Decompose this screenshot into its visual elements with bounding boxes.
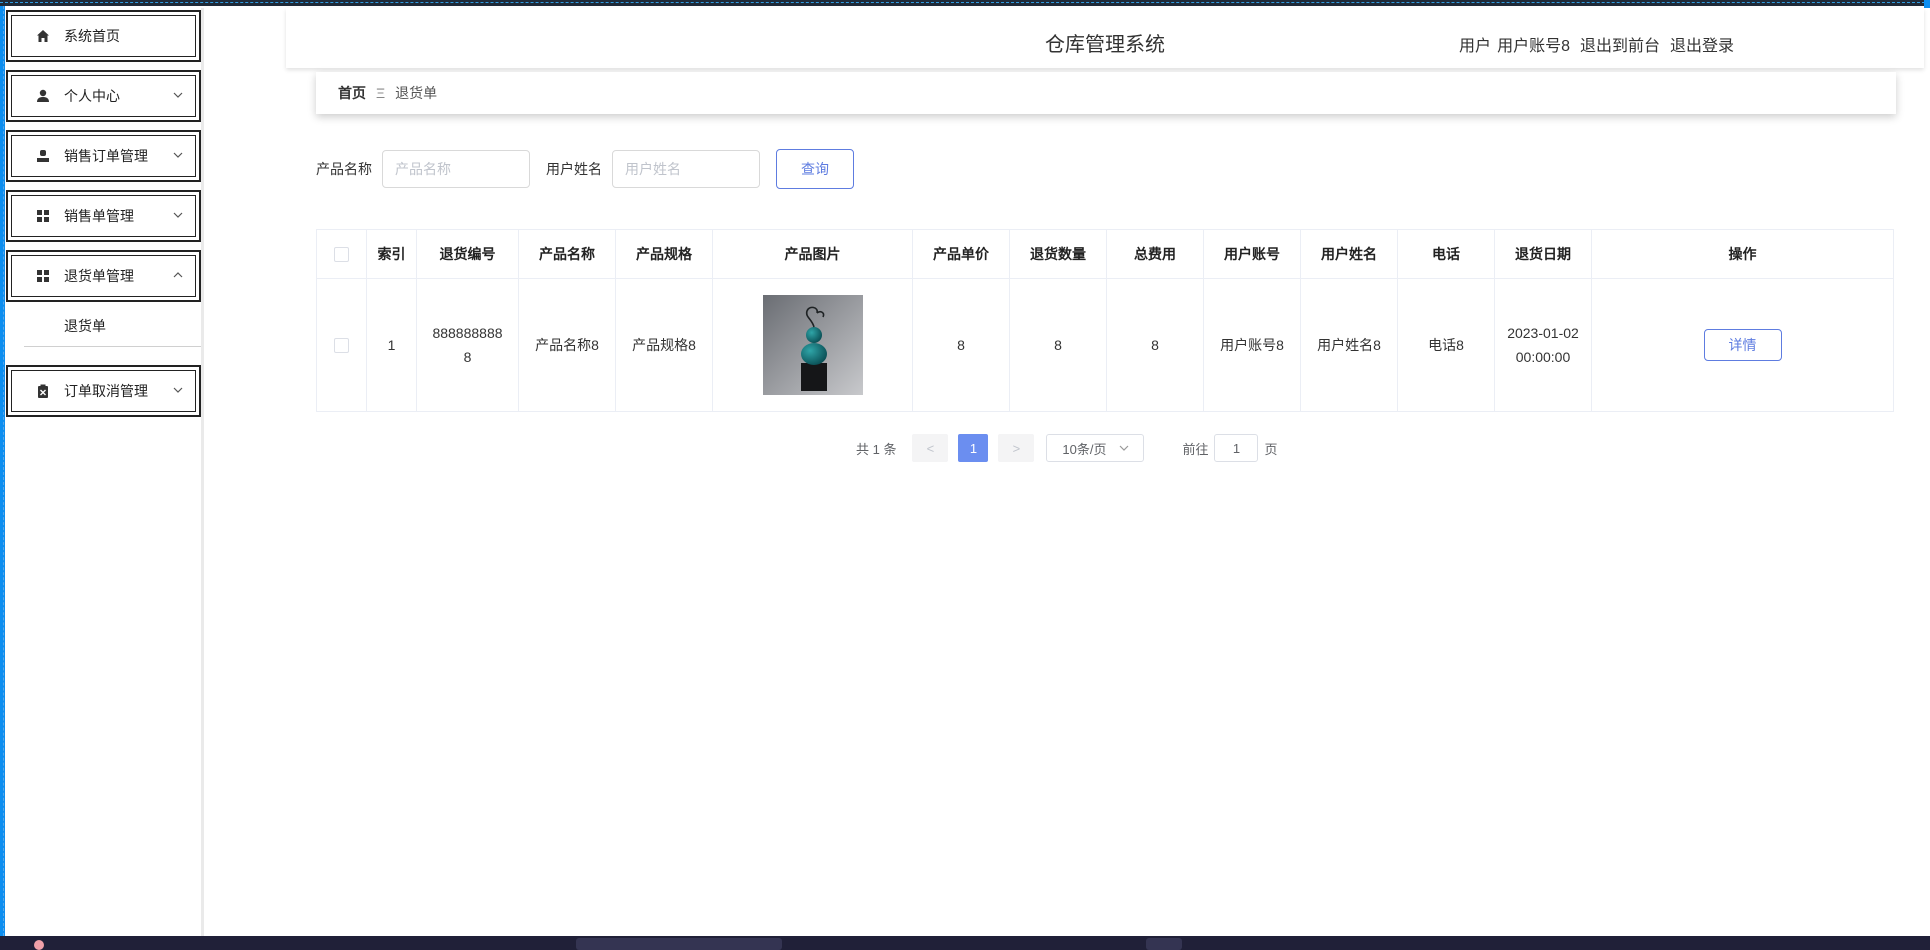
sidebar-item-personal-center[interactable]: 个人中心 (6, 70, 201, 122)
left-dashed-guide (3, 6, 4, 936)
column-header: 用户账号 (1203, 229, 1301, 279)
grid-icon (36, 209, 50, 223)
sidebar-item-label: 订单取消管理 (64, 383, 148, 399)
goto-page-input[interactable] (1214, 434, 1259, 462)
cell-account: 用户账号8 (1203, 278, 1301, 412)
cell-total: 8 (1106, 278, 1204, 412)
cell-quantity: 8 (1009, 278, 1107, 412)
back-to-front-link[interactable]: 退出到前台 (1580, 38, 1660, 55)
cell-product-name: 产品名称8 (518, 278, 616, 412)
clipboard-x-icon (36, 384, 50, 398)
row-select-cell[interactable] (316, 278, 367, 412)
sidebar-item-label: 系统首页 (64, 28, 120, 44)
column-header: 退货数量 (1009, 229, 1107, 279)
date-text: 2023-01-02 00:00:00 (1507, 325, 1579, 365)
page-size-select[interactable]: 10条/页 (1046, 434, 1145, 462)
cell-product-image (712, 278, 913, 412)
column-header: 电话 (1397, 229, 1495, 279)
user-name-label: 用户姓名 (546, 161, 602, 177)
return-bill-table: 索引 退货编号 产品名称 产品规格 产品图片 产品单价 退货数量 总费用 用户账… (316, 229, 1894, 412)
cell-date: 2023-01-02 00:00:00 (1494, 278, 1592, 412)
column-header: 产品名称 (518, 229, 616, 279)
chevron-up-icon (171, 268, 185, 282)
breadcrumb-separator: Ξ (376, 85, 386, 101)
taskbar-item[interactable] (1146, 938, 1182, 950)
taskbar-app-icon[interactable] (34, 940, 44, 950)
cell-return-no: 8888888888 (416, 278, 519, 412)
product-name-input[interactable] (382, 150, 530, 188)
product-name-label: 产品名称 (316, 161, 372, 177)
chevron-down-icon (1119, 443, 1129, 453)
cell-user-name: 用户姓名8 (1300, 278, 1398, 412)
page-number-current[interactable]: 1 (958, 434, 989, 462)
logout-link[interactable]: 退出登录 (1670, 38, 1734, 55)
row-checkbox[interactable] (334, 338, 349, 354)
table-header-row: 索引 退货编号 产品名称 产品规格 产品图片 产品单价 退货数量 总费用 用户账… (316, 229, 1894, 279)
select-all-checkbox[interactable] (334, 247, 349, 263)
column-header: 索引 (366, 229, 417, 279)
select-all-header[interactable] (316, 229, 367, 279)
sidebar-item-label: 退货单管理 (64, 268, 134, 284)
sidebar-subitem-label: 退货单 (64, 318, 106, 334)
query-button[interactable]: 查询 (776, 149, 854, 189)
chevron-down-icon (171, 148, 185, 162)
column-header: 产品规格 (615, 229, 713, 279)
user-name-label: 用户账号8 (1497, 38, 1570, 55)
column-header: 操作 (1591, 229, 1894, 279)
user-name-input[interactable] (612, 150, 760, 188)
sidebar: 系统首页 个人中心 销售订单管理 销售单管理 退货单管理 退货单 订单取消管理 (6, 8, 204, 936)
cell-index: 1 (366, 278, 417, 412)
person-icon (36, 149, 50, 163)
column-header: 产品图片 (712, 229, 913, 279)
cell-actions: 详情 (1591, 278, 1894, 412)
chevron-down-icon (171, 88, 185, 102)
table-row: 1 8888888888 产品名称8 产品规格8 8 8 8 用户账号8 用户姓… (316, 278, 1894, 412)
breadcrumb-home[interactable]: 首页 (338, 83, 366, 103)
sidebar-item-label: 销售单管理 (64, 208, 134, 224)
top-dashed-line (0, 2, 1930, 3)
goto-label: 前往 (1182, 441, 1209, 457)
column-header: 用户姓名 (1300, 229, 1398, 279)
bottom-taskbar (0, 936, 1930, 950)
sidebar-item-home[interactable]: 系统首页 (6, 10, 201, 62)
column-header: 退货日期 (1494, 229, 1592, 279)
pagination-total: 共 1 条 (856, 441, 897, 457)
chevron-down-icon (171, 383, 185, 397)
user-icon (36, 89, 50, 103)
breadcrumb: 首页 Ξ 退货单 (316, 72, 1896, 114)
sidebar-subitem-return-bill[interactable]: 退货单 (24, 306, 201, 347)
header-user-area: 用户 用户账号8 退出到前台 退出登录 (1449, 32, 1734, 56)
breadcrumb-current: 退货单 (395, 85, 438, 101)
column-header: 总费用 (1106, 229, 1204, 279)
grid-icon (36, 269, 50, 283)
page-size-value: 10条/页 (1062, 441, 1107, 457)
column-header: 产品单价 (912, 229, 1010, 279)
sidebar-item-label: 销售订单管理 (64, 148, 148, 164)
taskbar-item[interactable] (576, 938, 782, 950)
chevron-down-icon (171, 208, 185, 222)
sidebar-item-label: 个人中心 (64, 88, 120, 104)
prev-page-button[interactable]: < (912, 434, 949, 462)
return-no-text: 8888888888 (432, 325, 503, 365)
search-form: 产品名称 用户姓名 查询 (316, 148, 854, 190)
sidebar-item-sales-order[interactable]: 销售订单管理 (6, 130, 201, 182)
top-right-corner-marker (1924, 0, 1930, 8)
sidebar-item-sales-bill[interactable]: 销售单管理 (6, 190, 201, 242)
sidebar-item-order-cancel[interactable]: 订单取消管理 (6, 365, 201, 417)
home-icon (36, 29, 50, 43)
top-window-strip (0, 0, 1930, 6)
top-header: 仓库管理系统 用户 用户账号8 退出到前台 退出登录 (286, 8, 1924, 68)
product-image (762, 295, 863, 395)
column-header: 退货编号 (416, 229, 519, 279)
cell-product-spec: 产品规格8 (615, 278, 713, 412)
page-unit-label: 页 (1264, 441, 1278, 457)
next-page-button[interactable]: > (998, 434, 1035, 462)
cell-phone: 电话8 (1397, 278, 1495, 412)
pagination: 共 1 条 < 1 > 10条/页 前往 页 (856, 434, 1278, 462)
sidebar-item-return-management[interactable]: 退货单管理 (6, 250, 201, 302)
detail-button[interactable]: 详情 (1703, 329, 1782, 361)
cell-unit-price: 8 (912, 278, 1010, 412)
user-role-label: 用户 (1459, 38, 1492, 55)
